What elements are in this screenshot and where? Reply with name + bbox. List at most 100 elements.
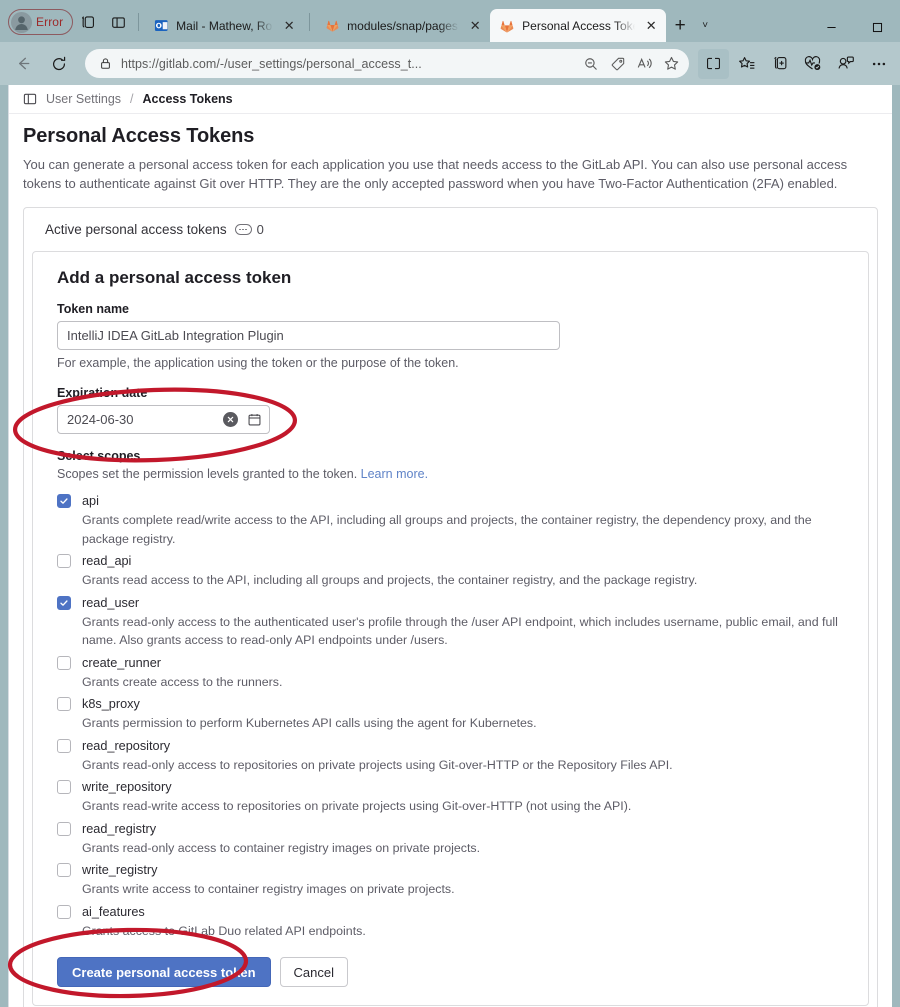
page-description: You can generate a personal access token… [23, 157, 848, 191]
favorites-list-icon[interactable] [731, 49, 762, 79]
checkbox-write_registry[interactable] [57, 863, 71, 877]
page-body: Personal Access Tokens You can generate … [9, 114, 892, 1007]
gitlab-icon [324, 18, 340, 34]
scope-description: Grants create access to the runners. [82, 674, 283, 689]
checkbox-ai_features[interactable] [57, 904, 71, 919]
checkbox-read_api[interactable] [57, 554, 71, 568]
refresh-button[interactable] [42, 49, 76, 79]
scope-item-read_user[interactable]: read_user Grants read-only access to the… [57, 594, 844, 650]
scope-name: k8s_proxy [82, 697, 140, 711]
scope-name: write_registry [82, 863, 158, 877]
close-icon[interactable]: ✕ [466, 17, 484, 35]
tokens-panel: Active personal access tokens 0 Add a pe… [23, 207, 878, 1007]
split-screen-toolbar-icon[interactable] [698, 48, 729, 79]
checkbox-api[interactable] [57, 494, 71, 508]
active-tokens-header: Active personal access tokens 0 [24, 208, 877, 251]
scope-name: read_repository [82, 738, 171, 753]
scope-item-k8s_proxy[interactable]: k8s_proxy Grants permission to perform K… [57, 695, 844, 733]
scope-item-create_runner[interactable]: create_runner Grants create access to th… [57, 654, 844, 692]
learn-more-link[interactable]: Learn more. [361, 467, 428, 481]
tab-mail[interactable]: Mail - Mathew, Rohit - ✕ [144, 9, 304, 42]
expiration-date-label: Expiration date [57, 386, 148, 400]
copilot-icon[interactable] [830, 49, 861, 79]
profile-button[interactable]: Error [8, 9, 74, 35]
checkbox-read_registry[interactable] [57, 821, 71, 836]
profile-error-label: Error [36, 15, 64, 29]
sidebar-toggle-icon[interactable] [23, 92, 37, 106]
form-actions: Create personal access token Cancel [57, 957, 844, 987]
page-viewport: User Settings / Access Tokens Personal A… [8, 85, 892, 1007]
maximize-button[interactable] [854, 12, 900, 42]
scope-description: Grants permission to perform Kubernetes … [82, 716, 537, 730]
tab-personal-access-tokens[interactable]: Personal Access Tokens ✕ [490, 9, 667, 42]
active-tokens-label: Active personal access tokens [45, 222, 227, 237]
price-tag-icon[interactable] [604, 51, 631, 76]
new-tab-button[interactable]: + [666, 11, 694, 39]
checkbox-create_runner[interactable] [57, 655, 71, 670]
scope-description: Grants read-only access to the authentic… [82, 614, 838, 648]
scope-description: Grants read-only access to repositories … [82, 757, 673, 772]
close-icon[interactable]: ✕ [642, 17, 660, 35]
token-name-value: IntelliJ IDEA GitLab Integration Plugin [67, 328, 284, 343]
add-token-form: Add a personal access token Token name I… [32, 251, 869, 1006]
scope-item-read_repository[interactable]: read_repository Grants read-only access … [57, 737, 844, 775]
tab-modules-snap-pages[interactable]: modules/snap/pages · ✕ [315, 9, 490, 42]
lock-icon [96, 57, 114, 70]
checkbox-k8s_proxy[interactable] [57, 697, 71, 711]
scope-item-api[interactable]: api Grants complete read/write access to… [57, 492, 844, 548]
form-title: Add a personal access token [57, 268, 292, 287]
zoom-out-icon[interactable] [577, 51, 604, 76]
browser-toolbar: https://gitlab.com/-/user_settings/perso… [0, 42, 900, 85]
favorite-star-icon[interactable] [658, 51, 685, 76]
url-text: https://gitlab.com/-/user_settings/perso… [121, 56, 422, 71]
gitlab-icon [499, 18, 515, 34]
calendar-icon[interactable] [247, 412, 263, 427]
scope-item-read_api[interactable]: read_api Grants read access to the API, … [57, 552, 844, 590]
checkbox-read_repository[interactable] [57, 738, 71, 753]
cancel-button[interactable]: Cancel [279, 957, 349, 987]
scope-item-ai_features[interactable]: ai_features Grants access to GitLab Duo … [57, 903, 844, 941]
active-tokens-count-badge: 0 [234, 222, 264, 237]
split-screen-icon[interactable] [103, 7, 133, 37]
tab-title: modules/snap/pages · [347, 18, 460, 33]
page-title: Personal Access Tokens [23, 125, 255, 147]
active-tokens-count: 0 [256, 222, 264, 237]
browser-essentials-icon[interactable] [797, 49, 828, 79]
breadcrumb-access-tokens: Access Tokens [142, 92, 233, 106]
tab-separator [309, 13, 311, 31]
scopes-subtext-label: Scopes set the permission levels granted… [57, 467, 358, 481]
expiration-date-value: 2024-06-30 [67, 412, 134, 427]
minimize-button[interactable] [808, 12, 854, 42]
browser-window: Error Mail - Mathew, Ro ✕ modules/snap/p… [0, 0, 900, 1007]
tab-title: Mail - Mathew, Rohit - [176, 18, 273, 33]
address-bar[interactable]: https://gitlab.com/-/user_settings/perso… [85, 49, 689, 78]
checkbox-write_repository[interactable] [57, 780, 71, 794]
scope-item-read_registry[interactable]: read_registry Grants read-only access to… [57, 820, 844, 858]
browser-titlebar: Error Mail - Mathew, Ro ✕ modules/snap/p… [0, 0, 900, 42]
checkbox-read_user[interactable] [57, 595, 71, 610]
workspaces-icon[interactable] [73, 7, 103, 37]
breadcrumb-separator: / [130, 92, 134, 106]
tab-list-dropdown-icon[interactable]: ˅ [694, 11, 716, 39]
scope-name: ai_features [82, 904, 145, 919]
scope-item-write_registry[interactable]: write_registry Grants write access to co… [57, 861, 844, 899]
back-button[interactable] [6, 49, 40, 79]
close-icon[interactable]: ✕ [280, 17, 298, 35]
scope-description: Grants complete read/write access to the… [82, 513, 812, 546]
create-personal-access-token-button[interactable]: Create personal access token [57, 957, 271, 987]
read-aloud-icon[interactable] [631, 51, 658, 76]
outlook-icon [153, 18, 169, 34]
token-name-help: For example, the application using the t… [57, 356, 459, 370]
clear-date-icon[interactable] [223, 412, 238, 427]
breadcrumb-user-settings[interactable]: User Settings [46, 92, 121, 106]
scope-description: Grants read-write access to repositories… [82, 799, 632, 813]
scope-name: write_repository [82, 780, 172, 794]
tab-title: Personal Access Tokens [522, 18, 635, 33]
scope-description: Grants read access to the API, including… [82, 573, 698, 587]
scope-item-write_repository[interactable]: write_repository Grants read-write acces… [57, 778, 844, 816]
expiration-date-input[interactable]: 2024-06-30 [57, 405, 270, 434]
more-options-icon[interactable] [863, 49, 894, 79]
scope-description: Grants access to GitLab Duo related API … [82, 923, 366, 938]
collections-add-icon[interactable] [764, 49, 795, 79]
token-name-input[interactable]: IntelliJ IDEA GitLab Integration Plugin [57, 321, 560, 350]
